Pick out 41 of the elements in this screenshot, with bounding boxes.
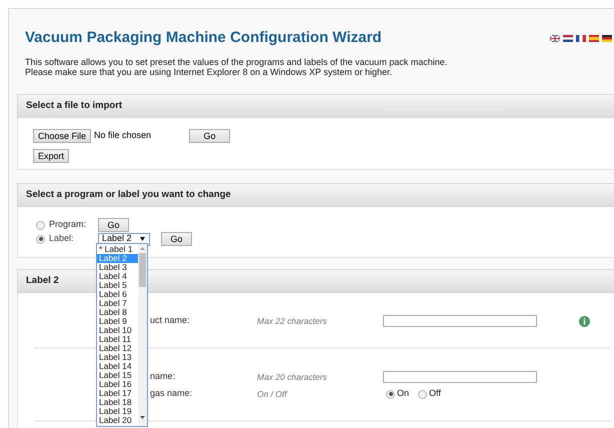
field-label: name: [150, 370, 176, 384]
dropdown-option[interactable]: Label 3 [97, 263, 138, 272]
dropdown-option[interactable]: Label 9 [97, 317, 138, 326]
description-text: Please make sure that you are using Internet Explorer 8 on a Windows XP system or higher. [25, 67, 394, 77]
dropdown-option[interactable]: Label 20 [97, 416, 138, 425]
section-title: Select a program or label you want to change [26, 188, 231, 202]
go-button[interactable]: Go [189, 129, 230, 143]
radio-label: On [397, 387, 410, 400]
dropdown-option[interactable]: Label 15 [97, 371, 138, 380]
dropdown-option[interactable]: Label 16 [97, 380, 138, 389]
file-status: No file chosen [94, 129, 152, 142]
field-label: uct name: [150, 314, 191, 328]
dropdown-option[interactable]: Label 12 [97, 344, 138, 353]
dropdown-option[interactable]: Label 19 [97, 407, 138, 416]
dropdown-option[interactable]: Label 14 [97, 362, 138, 371]
field-hint: Max 20 characters [257, 370, 328, 384]
dropdown-option[interactable]: Label 4 [97, 272, 138, 281]
radio-label: Label: [49, 232, 75, 246]
dropdown-option[interactable]: Label 13 [97, 353, 138, 362]
field-hint: On / Off [257, 388, 288, 400]
choose-file-button[interactable]: Choose File [33, 129, 92, 143]
go-button[interactable]: Go [98, 218, 129, 232]
section-title: Label 2 [26, 274, 59, 288]
dropdown-option[interactable]: * Label 1 [97, 245, 138, 254]
export-button[interactable]: Export [33, 149, 70, 163]
radio-label: Program: [49, 218, 88, 232]
dropdown-option[interactable]: Label 5 [97, 281, 138, 290]
section-title: Select a file to import [26, 98, 122, 113]
dropdown-option[interactable]: Label 6 [97, 290, 138, 299]
dropdown-option[interactable]: Label 7 [97, 299, 138, 308]
dropdown-option[interactable]: Label 11 [97, 335, 138, 344]
page-title: Vacuum Packaging Machine Configuration Wizard [25, 30, 382, 46]
dropdown-option[interactable]: Label 17 [97, 389, 138, 398]
dropdown-option[interactable]: Label 10 [97, 326, 138, 335]
radio-label: Off [429, 387, 441, 400]
field-label: gas name: [150, 387, 194, 400]
description-text: This software allows you to set preset the values of the programs and labels of the vacuum pack machine. [25, 57, 448, 67]
go-button[interactable]: Go [161, 232, 192, 246]
dropdown-option[interactable]: Label 18 [97, 398, 138, 407]
dropdown-option[interactable]: Label 8 [97, 308, 138, 317]
field-hint: Max 22 characters [257, 314, 328, 328]
